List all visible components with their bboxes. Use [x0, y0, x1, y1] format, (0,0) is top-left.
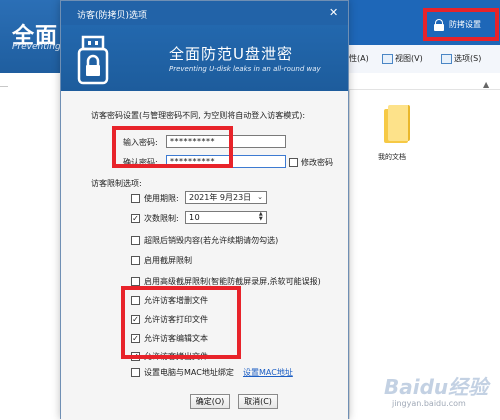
dialog-title: 访客(防拷贝)选项 [77, 11, 148, 21]
protect-button-highlight [423, 8, 499, 41]
options-icon [441, 53, 452, 64]
advanced-screenshot-checkbox[interactable] [131, 277, 140, 286]
banner-subtitle: Preventing U-disk leaks in an all-round … [169, 65, 321, 73]
expiry-date-value: 2021年 9月23日 [189, 193, 252, 202]
mac-bind-checkbox[interactable] [131, 368, 140, 377]
count-limit-value: 10 [189, 213, 201, 222]
option-label: 启用截屏限制 [144, 256, 192, 265]
divider [349, 89, 350, 419]
left-pane [0, 73, 60, 419]
folder-icon[interactable] [384, 105, 410, 145]
modify-password-checkbox[interactable] [289, 158, 298, 167]
option-label: 超限后销毁内容(若允许续期请勿勾选) [144, 236, 279, 245]
expiry-label: 使用期限: [144, 194, 179, 203]
close-icon[interactable]: ✕ [329, 6, 338, 19]
toolbar: 性(A) 视图(V) 选项(S) [349, 45, 500, 74]
address-bar [349, 73, 500, 90]
banner-title: 全面防范U盘泄密 [169, 45, 293, 63]
dialog-titlebar[interactable]: 访客(防拷贝)选项 ✕ [61, 1, 348, 25]
app-subtitle: Preventing [12, 42, 61, 52]
count-limit-spinner[interactable]: 10 ▲ ▼ [185, 211, 267, 224]
expiry-checkbox[interactable] [131, 194, 140, 203]
watermark-url: jingyan.baidu.com [392, 399, 466, 408]
toolbar-properties[interactable]: 性(A) [349, 53, 369, 64]
expiry-date-picker[interactable]: 2021年 9月23日 ⌄ [185, 191, 267, 204]
option-label: 设置电脑与MAC地址绑定 [144, 368, 234, 377]
toolbar-options[interactable]: 选项(S) [441, 53, 481, 64]
limits-section-label: 访客限制选项: [91, 179, 142, 188]
screenshot-limit-checkbox[interactable] [131, 256, 140, 265]
destroy-checkbox[interactable] [131, 236, 140, 245]
modify-password-label: 修改密码 [301, 158, 333, 167]
count-limit-checkbox[interactable]: ✓ [131, 214, 140, 223]
count-limit-label: 次数限制: [144, 214, 179, 223]
mac-address-link[interactable]: 设置MAC地址 [243, 367, 293, 378]
password-section-label: 访客密码设置(与管理密码不同, 为空则将自动登入访客模式): [91, 111, 306, 120]
folder-label[interactable]: 我的文档 [378, 152, 406, 162]
divider [0, 86, 8, 87]
chevron-down-icon[interactable]: ⌄ [257, 192, 263, 203]
ok-button[interactable]: 确定(O) [190, 394, 230, 409]
cancel-button[interactable]: 取消(C) [238, 394, 278, 409]
toolbar-view[interactable]: 视图(V) [382, 53, 423, 64]
dialog-banner: 全面防范U盘泄密 Preventing U-disk leaks in an a… [61, 25, 348, 91]
watermark-logo: Baidu经验 [384, 375, 489, 399]
usb-lock-icon [77, 35, 109, 85]
permissions-highlight [121, 286, 241, 359]
scroll-up-icon[interactable]: ▲ [483, 80, 495, 90]
spinner-arrows-icon[interactable]: ▲ ▼ [257, 212, 265, 223]
view-icon [382, 53, 393, 64]
password-highlight [112, 126, 233, 168]
